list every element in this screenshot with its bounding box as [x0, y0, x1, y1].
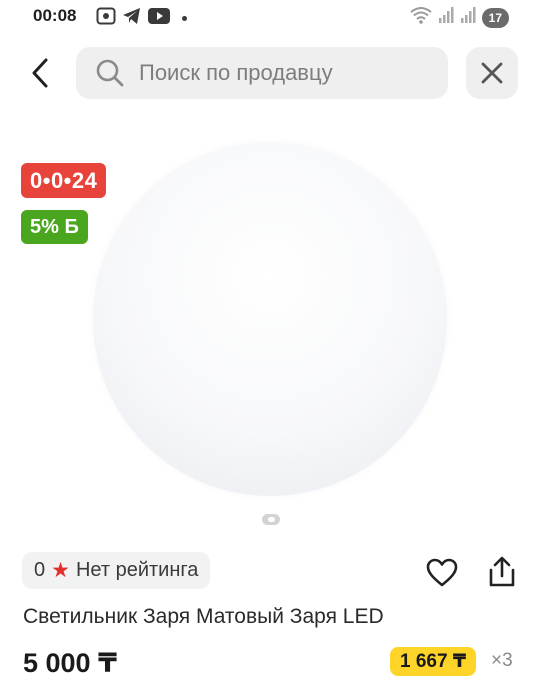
- signal-icon: [438, 6, 454, 29]
- close-icon: [481, 62, 503, 84]
- share-icon: [489, 556, 515, 587]
- back-button[interactable]: [22, 53, 58, 93]
- product-price: 5 000 ₸: [23, 648, 117, 678]
- search-box[interactable]: [76, 47, 448, 99]
- status-icons-right: 17: [410, 6, 509, 29]
- favorite-button[interactable]: [425, 556, 459, 590]
- wifi-icon: [410, 6, 432, 29]
- product-image[interactable]: [93, 142, 447, 496]
- telegram-icon: [122, 7, 142, 30]
- youtube-icon: [148, 8, 170, 29]
- screenshot-icon: [96, 7, 116, 30]
- signal-icon: [460, 6, 476, 29]
- installment-price[interactable]: 1 667 ₸: [390, 647, 477, 676]
- installment-multiplier: ×3: [491, 650, 513, 671]
- rating-chip[interactable]: 0 ★ Нет рейтинга: [22, 552, 211, 589]
- share-button[interactable]: [485, 555, 519, 589]
- heart-icon: [426, 558, 458, 587]
- status-icons-left: [96, 7, 187, 30]
- chevron-left-icon: [32, 58, 48, 88]
- top-bar: [0, 44, 541, 102]
- battery-indicator: 17: [481, 7, 509, 28]
- rating-text: Нет рейтинга: [75, 559, 199, 581]
- gallery-page-indicator: [262, 514, 280, 525]
- status-time: 00:08: [33, 6, 77, 25]
- star-icon: ★: [51, 559, 70, 582]
- timer-badge: 0•0•24: [21, 163, 107, 198]
- search-icon: [95, 58, 125, 88]
- bonus-badge: 5% Б: [21, 210, 88, 244]
- rating-value: 0: [34, 559, 46, 581]
- product-title: Светильник Заря Матовый Заря LED: [23, 605, 384, 628]
- close-button[interactable]: [466, 47, 518, 99]
- status-bar: 00:08 17: [0, 0, 541, 34]
- notification-dot: [182, 16, 187, 21]
- search-input[interactable]: [139, 60, 429, 86]
